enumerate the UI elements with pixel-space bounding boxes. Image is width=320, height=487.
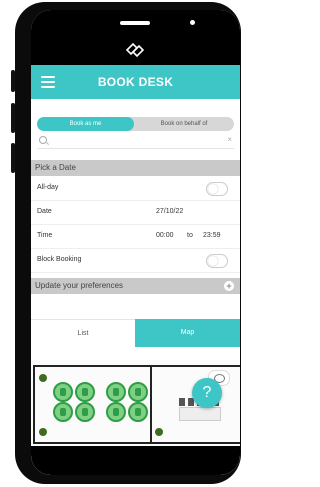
search-input[interactable]: × (37, 134, 234, 149)
plant-icon (39, 374, 47, 382)
phone-side-button (11, 70, 15, 92)
all-day-toggle[interactable] (206, 182, 228, 196)
date-label: Date (37, 208, 52, 215)
desk-marker[interactable] (106, 382, 126, 402)
tab-book-on-behalf[interactable]: Book on behalf of (134, 117, 234, 131)
section-title: Update your preferences (35, 281, 124, 290)
help-button[interactable]: ? (192, 378, 222, 408)
preferences-section[interactable]: Update your preferences + (31, 278, 240, 294)
all-day-row: All-day (31, 176, 240, 201)
time-label: Time (37, 232, 53, 239)
plant-icon (39, 428, 47, 436)
block-booking-label: Block Booking (37, 256, 82, 263)
time-to[interactable]: 23:59 (203, 224, 221, 248)
block-booking-row: Block Booking (31, 248, 240, 273)
table (179, 407, 221, 421)
all-day-label: All-day (37, 184, 59, 191)
desk-marker[interactable] (53, 402, 73, 422)
close-icon[interactable]: × (227, 135, 232, 144)
view-tabs: List Map (31, 319, 240, 348)
date-value[interactable]: 27/10/22 (156, 200, 183, 224)
desk-marker[interactable] (128, 402, 148, 422)
plant-icon (155, 428, 163, 436)
home-indicator-area (31, 446, 240, 475)
app-header: BOOK DESK (31, 65, 240, 99)
plus-icon[interactable]: + (224, 281, 234, 291)
desk-marker[interactable] (75, 402, 95, 422)
desk-marker[interactable] (75, 382, 95, 402)
tab-book-as-me[interactable]: Book as me (37, 117, 134, 131)
booking-mode-tabs: Book as me Book on behalf of (37, 117, 234, 131)
logo-icon (125, 42, 145, 58)
time-to-word: to (187, 232, 193, 239)
desk-marker[interactable] (106, 402, 126, 422)
tab-map[interactable]: Map (135, 319, 240, 347)
desk-marker[interactable] (128, 382, 148, 402)
phone-side-button (11, 143, 15, 173)
page-title: BOOK DESK (97, 75, 174, 89)
search-icon (39, 136, 47, 144)
block-booking-toggle[interactable] (206, 254, 228, 268)
speaker (120, 21, 150, 25)
phone-side-button (11, 103, 15, 133)
time-from[interactable]: 00:00 (156, 224, 174, 248)
time-row: Time 00:00 to 23:59 (31, 224, 240, 249)
pick-date-section: Pick a Date (31, 160, 240, 176)
camera (190, 20, 195, 25)
tab-list[interactable]: List (31, 319, 135, 348)
date-row: Date 27/10/22 (31, 200, 240, 225)
app-screen: BOOK DESK Book as me Book on behalf of ×… (31, 10, 240, 475)
section-title: Pick a Date (35, 163, 76, 172)
status-bar (31, 10, 240, 65)
desk-marker[interactable] (53, 382, 73, 402)
